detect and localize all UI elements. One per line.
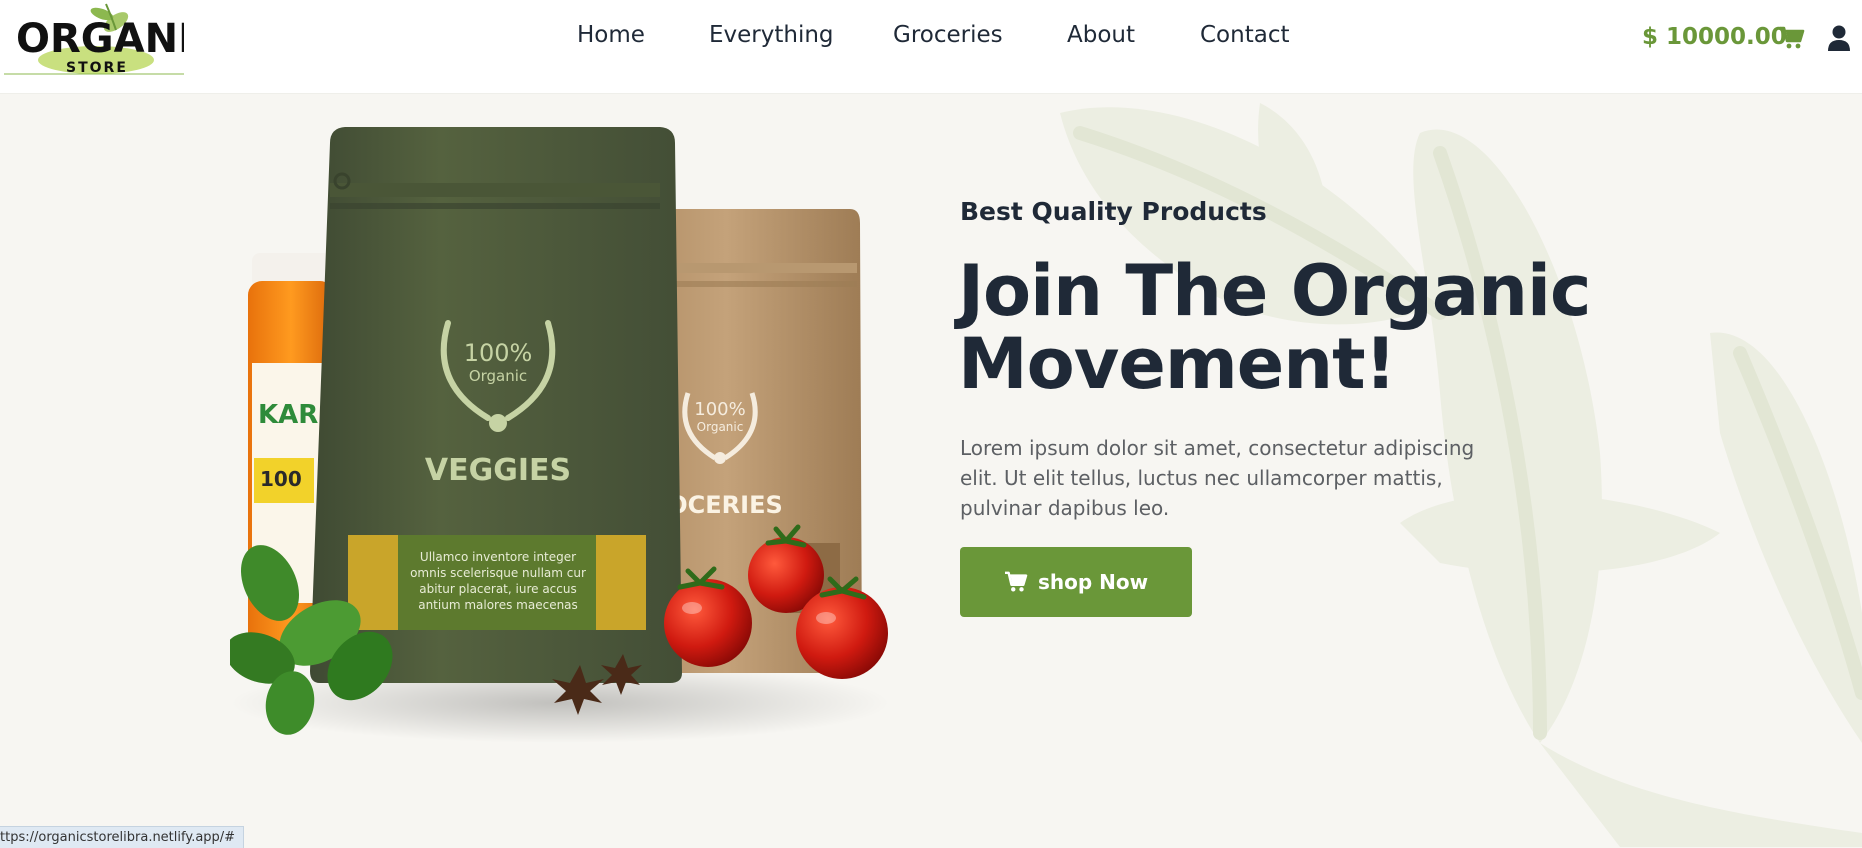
hero-title: Join The Organic Movement! (958, 250, 1591, 405)
svg-text:abitur placerat, iure accus: abitur placerat, iure accus (419, 582, 576, 596)
product-bags-image: KAR 100 100% Organic OCERIES 100% Organi… (230, 127, 890, 743)
svg-text:antium malores maecenas: antium malores maecenas (418, 598, 578, 612)
nav-contact[interactable]: Contact (1200, 22, 1289, 48)
shop-now-label: shop Now (1037, 570, 1149, 594)
shopping-cart-icon[interactable] (1779, 26, 1805, 50)
svg-text:omnis scelerisque nullam cur: omnis scelerisque nullam cur (410, 566, 586, 580)
shop-now-button[interactable]: shop Now (960, 547, 1192, 617)
svg-text:100%: 100% (464, 339, 533, 367)
main-nav: Home Everything Groceries About Contact (0, 0, 1862, 80)
svg-text:Organic: Organic (469, 367, 527, 385)
nav-about[interactable]: About (1067, 22, 1135, 48)
status-bar-url: ttps://organicstorelibra.netlify.app/# (0, 826, 245, 848)
shopping-cart-icon (1004, 571, 1028, 592)
svg-text:KAR: KAR (258, 400, 318, 430)
nav-groceries[interactable]: Groceries (893, 22, 1003, 48)
nav-everything[interactable]: Everything (709, 22, 834, 48)
hero-description: Lorem ipsum dolor sit amet, consectetur … (960, 436, 1475, 520)
svg-text:Ullamco inventore integer: Ullamco inventore integer (420, 550, 576, 564)
cart-total[interactable]: $ 10000.00 (1642, 24, 1787, 50)
site-header: ORGANIC STORE Home Everything Groceries … (0, 0, 1862, 94)
user-icon[interactable] (1827, 24, 1851, 52)
hero-section: KAR 100 100% Organic OCERIES 100% Organi… (0, 93, 1862, 847)
svg-text:OCERIES: OCERIES (667, 491, 783, 519)
svg-text:100: 100 (260, 467, 302, 491)
svg-text:VEGGIES: VEGGIES (425, 453, 571, 488)
svg-text:100%: 100% (694, 399, 745, 420)
nav-home[interactable]: Home (577, 22, 645, 48)
svg-text:Organic: Organic (697, 420, 744, 434)
hero-subtitle: Best Quality Products (960, 197, 1267, 226)
green-veggies-bag: 100% Organic VEGGIES Ullamco inventore i… (310, 127, 682, 683)
